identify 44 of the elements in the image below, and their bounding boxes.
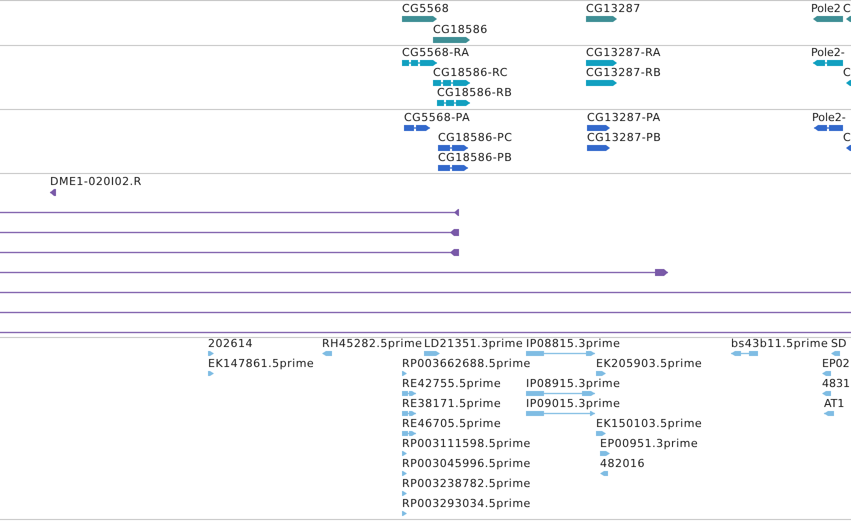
feature-label[interactable]: CG13287-PB — [587, 131, 662, 145]
feature-label[interactable]: EP02 — [822, 357, 850, 371]
feature-label[interactable]: CG5568 — [402, 2, 450, 16]
feature-label[interactable]: RH45282.5prime — [322, 338, 422, 351]
feature-label[interactable]: CG18586-PC — [438, 131, 512, 145]
feature-label[interactable]: RP003045996.5prime — [402, 457, 531, 471]
feature-label[interactable]: CG18586-PB — [438, 151, 512, 165]
feature-label[interactable]: 202614 — [208, 338, 253, 351]
feature-label[interactable]: DME1-020I02.R — [50, 175, 142, 189]
feature-label[interactable]: IP08915.3prime — [526, 377, 620, 391]
feature-label[interactable]: EP00951.3prime — [600, 437, 698, 451]
feature-label[interactable]: CG13287 — [586, 2, 641, 16]
feature-label[interactable]: CG18586-RB — [437, 86, 512, 100]
feature-label[interactable]: Pole2 — [811, 2, 841, 16]
feature-label[interactable]: Pole2- — [812, 111, 846, 125]
feature-label[interactable]: SD — [831, 338, 846, 351]
feature-label[interactable]: CG13287-RA — [586, 46, 661, 60]
feature-label[interactable]: Pole2- — [811, 46, 845, 60]
feature-label[interactable]: RP003662688.5prime — [402, 357, 531, 371]
feature-label[interactable]: RP003111598.5prime — [402, 437, 531, 451]
feature-label[interactable]: CG18586 — [433, 23, 488, 37]
feature-label[interactable]: RE42755.5prime — [402, 377, 502, 391]
feature-label[interactable]: CG13287-RB — [586, 66, 662, 80]
feature-label[interactable]: AT1 — [824, 397, 844, 411]
feature-label[interactable]: CG5568-RA — [402, 46, 470, 60]
feature-label[interactable]: C — [843, 66, 851, 80]
feature-label[interactable]: CG13287-PA — [587, 111, 661, 125]
feature-label[interactable]: C — [843, 131, 851, 145]
feature-label[interactable]: RP003238782.5prime — [402, 477, 531, 491]
feature-label[interactable]: bs43b11.5prime — [731, 338, 828, 351]
feature-label[interactable]: RE46705.5prime — [402, 417, 502, 431]
feature-label[interactable]: EK147861.5prime — [208, 357, 314, 371]
feature-label[interactable]: RE38171.5prime — [402, 397, 502, 411]
feature-label[interactable]: EK205903.5prime — [596, 357, 702, 371]
feature-label[interactable]: CG5568-PA — [404, 111, 470, 125]
feature-label[interactable]: IP08815.3prime — [526, 338, 620, 351]
feature-label[interactable]: C — [843, 2, 851, 16]
feature-label[interactable]: LD21351.3prime — [424, 338, 524, 351]
feature-label[interactable]: 482016 — [600, 457, 645, 471]
feature-label[interactable]: IP09015.3prime — [526, 397, 620, 411]
feature-label[interactable]: CG18586-RC — [433, 66, 508, 80]
feature-label[interactable]: 4831 — [822, 377, 850, 391]
feature-label[interactable]: RP003293034.5prime — [402, 497, 531, 511]
feature-label[interactable]: EK150103.5prime — [596, 417, 702, 431]
